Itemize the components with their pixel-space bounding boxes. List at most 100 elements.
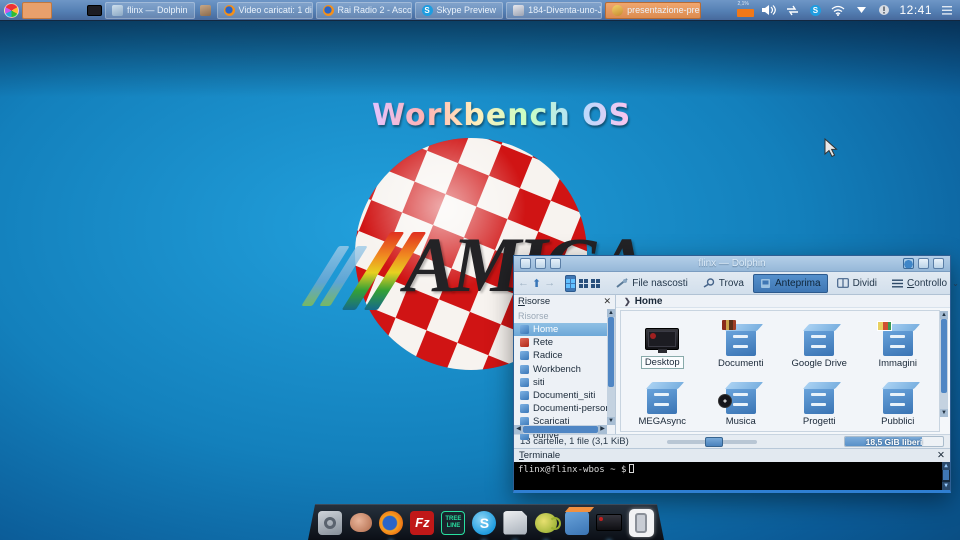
- back-icon[interactable]: ←: [518, 275, 529, 291]
- places-panel: Risorse ✕ Risorse Home Rete Radice Workb…: [514, 295, 616, 434]
- file-desktop[interactable]: Desktop: [623, 313, 702, 371]
- folder-icon: [112, 5, 123, 16]
- breadcrumb[interactable]: ❯ Home: [616, 295, 950, 308]
- file-pubblici[interactable]: Pubblici: [859, 371, 938, 429]
- find-button[interactable]: Trova: [697, 274, 750, 293]
- system-tray: 2,1% S 12:41: [737, 2, 957, 19]
- screenshot-tool-icon[interactable]: [87, 5, 102, 16]
- books-icon: [722, 320, 736, 330]
- places-close-icon[interactable]: ✕: [603, 296, 611, 307]
- skype-tray-icon[interactable]: S: [807, 2, 823, 18]
- dock-documents-icon[interactable]: [503, 510, 527, 536]
- window-titlebar[interactable]: flinx — Dolphin: [514, 256, 950, 272]
- cabinet-icon: [883, 330, 913, 356]
- dock-treeline-icon[interactable]: TREE LINE: [441, 510, 465, 536]
- scroll-down-icon[interactable]: ▼: [942, 482, 950, 490]
- dolphin-window: flinx — Dolphin ← ⬆ → File nascosti Trov…: [513, 255, 951, 493]
- dock-teatime-icon[interactable]: [534, 510, 557, 536]
- minimize-button[interactable]: [903, 258, 914, 269]
- preview-button[interactable]: Anteprima: [753, 274, 828, 293]
- firefox-icon: [323, 5, 334, 16]
- file-grid: Desktop Documenti Google Drive Immagini …: [620, 310, 940, 432]
- folder-cube-icon: [520, 351, 529, 360]
- window-pin-icon[interactable]: [550, 258, 561, 269]
- taskbar-item-firefox-video[interactable]: Video caricati: 1 di...: [217, 2, 313, 19]
- files-vertical-scrollbar[interactable]: ▲ ▼: [940, 311, 948, 417]
- scroll-up-icon[interactable]: ▲: [942, 462, 950, 470]
- notification-icon[interactable]: [876, 2, 892, 18]
- place-workbench[interactable]: Workbench: [514, 363, 615, 376]
- forward-icon[interactable]: →: [544, 275, 555, 291]
- file-progetti[interactable]: Progetti: [780, 371, 859, 429]
- dock-brain-app-icon[interactable]: [349, 510, 372, 536]
- cpu-monitor-widget[interactable]: 2,1%: [737, 2, 754, 19]
- terminal-scrollbar[interactable]: ▲ ▼: [942, 462, 950, 490]
- scroll-down-icon[interactable]: ▼: [940, 409, 948, 417]
- place-root[interactable]: Radice: [514, 349, 615, 362]
- place-network[interactable]: Rete: [514, 336, 615, 349]
- wifi-icon[interactable]: [830, 2, 846, 18]
- panel-menu-icon[interactable]: [939, 2, 955, 18]
- dock-filezilla-icon[interactable]: Fz: [410, 510, 434, 536]
- window-title: flinx — Dolphin: [563, 258, 901, 269]
- terminal-prompt: flinx@flinx-wbos ~ $: [518, 465, 626, 475]
- up-icon[interactable]: ⬆: [532, 275, 541, 291]
- dock-phone-icon[interactable]: [629, 509, 654, 537]
- terminal-close-icon[interactable]: ✕: [937, 450, 945, 461]
- dock-archive-box-icon[interactable]: [565, 510, 589, 536]
- terminal-panel-title: Terminale: [519, 450, 560, 461]
- terminal[interactable]: flinx@flinx-wbos ~ $ ▲ ▼: [514, 462, 950, 490]
- taskbar-item-firefox-radio[interactable]: Rai Radio 2 - Ascol...: [316, 2, 412, 19]
- dock-firefox-icon[interactable]: [379, 510, 403, 536]
- scroll-right-icon[interactable]: ▶: [598, 425, 607, 434]
- taskbar-item-document[interactable]: 184-Diventa-uno-J...: [506, 2, 602, 19]
- firefox-icon: [224, 5, 235, 16]
- icons-view-button[interactable]: [565, 275, 576, 292]
- taskbar-item-dolphin[interactable]: flinx — Dolphin: [105, 2, 195, 19]
- package-icon[interactable]: [198, 2, 214, 18]
- file-google-drive[interactable]: Google Drive: [780, 313, 859, 371]
- compact-view-button[interactable]: [579, 275, 588, 292]
- taskbar-item-presentation-active[interactable]: presentazione-pre...: [605, 2, 701, 19]
- dock-skype-icon[interactable]: S: [472, 510, 496, 536]
- cabinet-icon: [647, 388, 677, 414]
- panel-orange-widget[interactable]: [22, 2, 52, 19]
- chevron-down-icon[interactable]: [853, 2, 869, 18]
- vinyl-icon: [718, 394, 732, 408]
- scroll-up-icon[interactable]: ▲: [607, 309, 615, 317]
- app-launcher-icon[interactable]: [3, 2, 19, 18]
- place-documenti-siti[interactable]: Documenti_siti: [514, 389, 615, 402]
- terminal-panel-header: Terminale ✕: [514, 448, 950, 462]
- close-button[interactable]: [933, 258, 944, 269]
- scroll-down-icon[interactable]: ▼: [607, 417, 615, 425]
- dock-display-icon[interactable]: [596, 510, 622, 536]
- file-musica[interactable]: Musica: [702, 371, 781, 429]
- dolphin-toolbar: ← ⬆ → File nascosti Trova Anteprima Divi…: [514, 272, 950, 295]
- maximize-button[interactable]: [918, 258, 929, 269]
- folder-cube-icon: [520, 391, 529, 400]
- terminal-cursor: [629, 464, 634, 473]
- hidden-files-button[interactable]: File nascosti: [610, 274, 694, 293]
- file-immagini[interactable]: Immagini: [859, 313, 938, 371]
- chevron-down-icon: ⌄: [952, 279, 959, 288]
- place-documenti-personali[interactable]: Documenti-personali: [514, 402, 615, 415]
- scroll-up-icon[interactable]: ▲: [940, 311, 948, 319]
- places-horizontal-scrollbar[interactable]: ◀ ▶: [514, 425, 607, 434]
- places-vertical-scrollbar[interactable]: ▲ ▼: [607, 309, 615, 425]
- split-button[interactable]: Dividi: [831, 274, 883, 293]
- taskbar-item-skype[interactable]: S Skype Preview: [415, 2, 504, 19]
- window-shade-icon[interactable]: [535, 258, 546, 269]
- place-siti[interactable]: siti: [514, 376, 615, 389]
- zoom-slider[interactable]: [667, 440, 757, 444]
- place-home[interactable]: Home: [514, 323, 615, 336]
- file-documenti[interactable]: Documenti: [702, 313, 781, 371]
- volume-icon[interactable]: [761, 2, 777, 18]
- sync-icon[interactable]: [784, 2, 800, 18]
- file-megasync[interactable]: MEGAsync: [623, 371, 702, 429]
- details-view-button[interactable]: [591, 275, 600, 292]
- dock-system-tools-icon[interactable]: [318, 510, 342, 536]
- scroll-left-icon[interactable]: ◀: [514, 425, 523, 434]
- window-menu-icon[interactable]: [520, 258, 531, 269]
- clock[interactable]: 12:41: [899, 3, 932, 17]
- control-menu-button[interactable]: Controllo ⌄: [886, 274, 960, 293]
